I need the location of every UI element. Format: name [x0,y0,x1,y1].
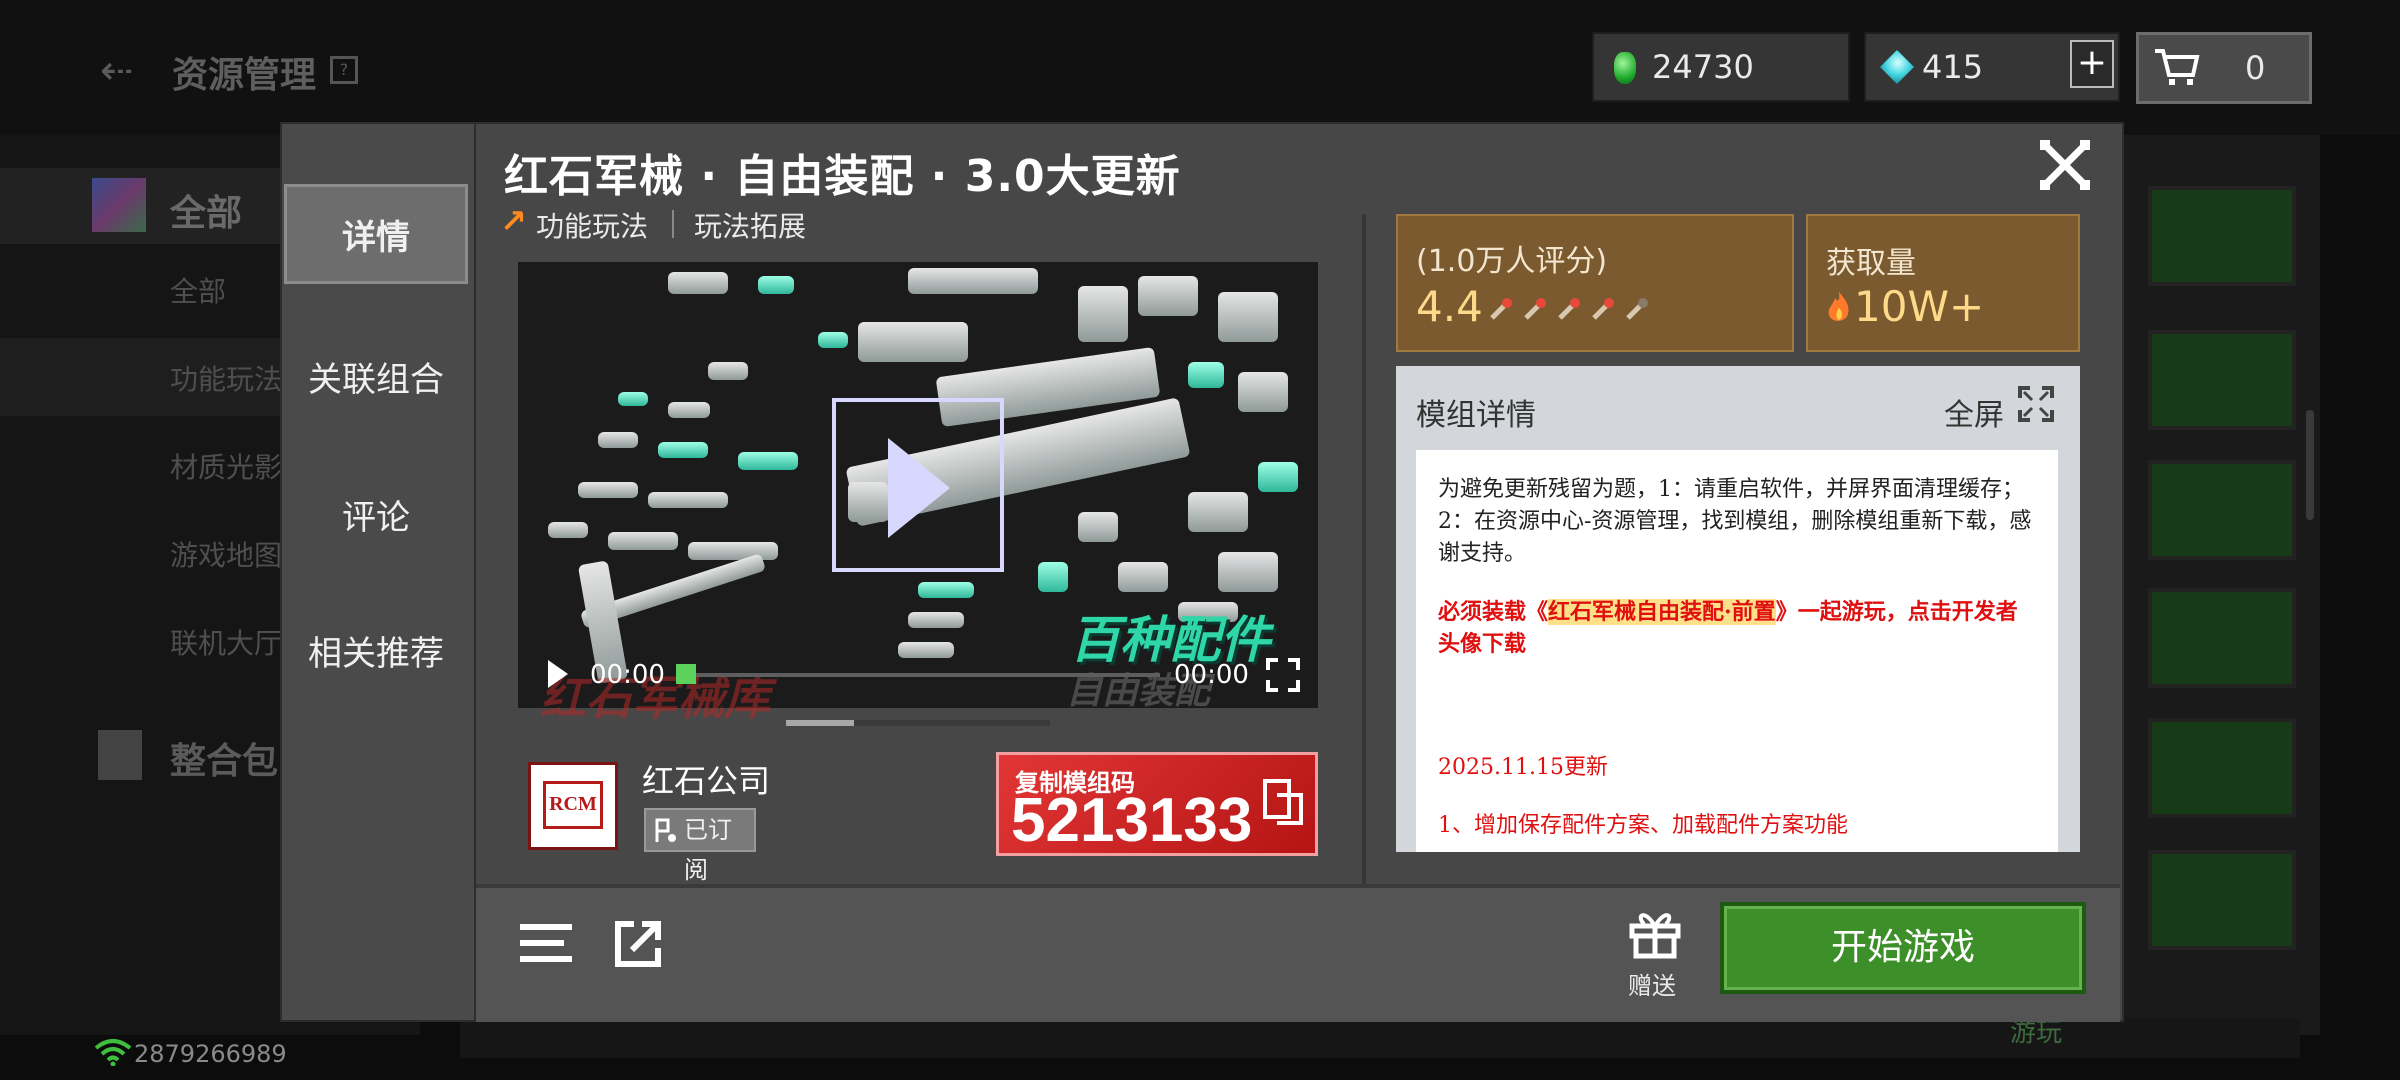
subscribed-badge[interactable]: 已订阅 [644,808,756,884]
share-icon[interactable] [614,918,664,968]
details-update-item: 1、增加保存配件方案、加载配件方案功能 [1438,813,1848,838]
emerald-icon [1614,52,1636,84]
cart-icon [2155,49,2200,85]
subscribe-icon [655,818,676,842]
mod-code-value: 5213133 [1011,786,1253,855]
video-time-current: 00:00 [590,660,665,690]
author-logo: RCM [543,781,603,829]
sidebar-subitem[interactable]: 游戏地图 [170,534,282,574]
gift-label[interactable]: 赠送 [1628,966,1676,1001]
tab-recommendations[interactable]: 相关推荐 [286,626,466,675]
background-scrollbar[interactable] [2306,410,2314,520]
cart-count: 0 [2245,49,2266,87]
background-card [2148,850,2296,950]
panel-divider [1362,214,1366,884]
category-all-icon [92,178,146,232]
back-arrow-icon[interactable]: ⇠ [100,48,134,94]
details-required-note[interactable]: 必须装载《红石军械自由装配·前置》一起游玩，点击开发者头像下载 [1438,596,2038,660]
rating-stars [1488,296,1658,326]
background-card [2148,460,2296,560]
add-currency-button[interactable]: + [2070,40,2114,88]
mod-title: 红石军械 · 自由装配 · 3.0大更新 [504,151,1181,202]
mod-details-title: 模组详情 [1416,398,1536,433]
rating-star-icon [1592,298,1614,320]
rating-star-icon [1490,298,1512,320]
video-play-small-icon[interactable] [548,660,568,688]
fire-icon [1828,292,1849,321]
wifi-icon [94,1039,132,1066]
video-progress-thumb[interactable] [676,664,696,684]
emerald-count: 24730 [1652,48,1754,86]
rating-star-icon [1558,298,1580,320]
video-progress-track[interactable] [690,673,1160,677]
tag-gameplay[interactable]: 功能玩法 [536,205,648,245]
diamond-count: 415 [1922,48,1984,86]
carousel-pager-active [786,720,854,726]
play-icon[interactable] [888,438,950,538]
emerald-balance: 24730 [1592,32,1850,102]
downloads-card: 获取量 10W+ [1806,214,2080,352]
copy-icon [1263,779,1303,825]
tab-details[interactable]: 详情 [286,210,466,259]
details-date: 2025.11.15更新 [1438,755,1608,780]
background-card [2148,718,2296,818]
background-card [2148,588,2296,688]
rating-star-icon [1524,298,1546,320]
tag-arrow-icon: ↗ [500,202,527,240]
menu-icon[interactable] [520,920,572,968]
author-name[interactable]: 红石公司 [642,756,770,802]
network-id: 2879266989 [134,1040,287,1068]
sidebar-subitem[interactable]: 材质光影 [170,446,282,486]
rating-card: (1.0万人评分) 4.4 [1396,214,1794,352]
cart-button[interactable]: 0 [2136,32,2312,104]
gift-icon[interactable] [1626,906,1684,960]
sidebar-subitem[interactable]: 联机大厅 [170,622,282,662]
details-paragraph: 为避免更新残留为题，1：请重启软件，并屏界面清理缓存；2：在资源中心-资源管理，… [1438,477,2032,566]
category-all-label: 全部 [170,193,243,234]
background-card [2148,330,2296,430]
pack-icon [98,730,142,780]
tab-comments[interactable]: 评论 [286,490,466,539]
background-card [2148,186,2296,286]
video-fullscreen-icon[interactable] [1266,658,1300,692]
downloads-label: 获取量 [1826,246,1916,281]
video-time-total: 00:00 [1174,660,1249,690]
background-page-title: 资源管理 [172,55,317,96]
mod-details-document[interactable]: 为避免更新残留为题，1：请重启软件，并屏界面清理缓存；2：在资源中心-资源管理，… [1416,450,2058,852]
rating-score: 4.4 [1416,282,1483,331]
tab-related-bundles[interactable]: 关联组合 [286,352,466,401]
details-fullscreen-icon[interactable] [2016,384,2056,424]
rating-star-icon [1626,298,1648,320]
rating-count: (1.0万人评分) [1416,244,1608,279]
tag-extension[interactable]: 玩法拓展 [694,205,806,245]
close-icon[interactable] [2040,140,2090,190]
diamond-icon [1880,50,1914,84]
start-game-button[interactable]: 开始游戏 [1720,902,2086,994]
details-fullscreen-label[interactable]: 全屏 [1944,390,2004,434]
sidebar-subitem[interactable]: 功能玩法 [170,358,282,398]
sidebar-subitem[interactable]: 全部 [170,270,226,310]
downloads-value: 10W+ [1854,282,1985,331]
copy-mod-code-button[interactable]: 复制模组码 5213133 [996,752,1318,856]
help-icon[interactable]: ? [330,56,358,84]
pack-label[interactable]: 整合包 [170,732,278,784]
tag-separator [672,210,674,238]
author-avatar[interactable]: RCM [528,762,618,850]
